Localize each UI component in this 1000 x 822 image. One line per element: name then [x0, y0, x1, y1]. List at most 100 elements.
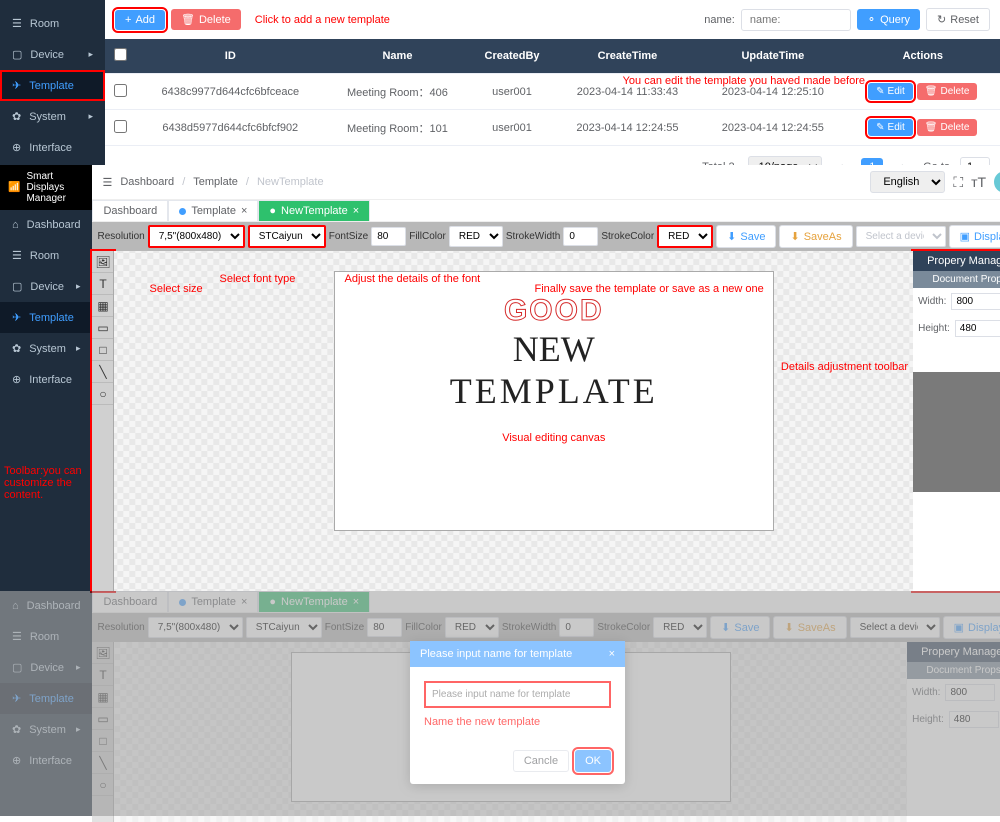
saveas-button[interactable]: ⬇ SaveAs — [779, 225, 852, 248]
tool-image[interactable]: 🖼 — [92, 251, 113, 273]
fullscreen-icon[interactable]: ⛶ — [953, 174, 963, 191]
sidebar-item-room[interactable]: ☰Room — [0, 240, 92, 271]
save-button[interactable]: ⬇ Save — [716, 225, 776, 248]
tab-newtemplate[interactable]: ●NewTemplate× — [258, 200, 370, 221]
check-all[interactable] — [114, 48, 127, 61]
editor-toolbar: Resolution 7,5"(800x480) STCaiyun FontSi… — [92, 222, 1000, 251]
editor-body: 🖼 T ▦ ▭ □ ╲ ○ Select size Select font ty… — [92, 251, 1000, 591]
sidebar-item-system[interactable]: ✿System▸ — [0, 101, 105, 132]
tool-rect[interactable]: ▭ — [92, 317, 113, 339]
menu-icon: ☰ — [12, 17, 22, 30]
row-check[interactable] — [114, 84, 127, 97]
breadcrumb-dashboard[interactable]: Dashboard — [120, 176, 174, 188]
property-subtitle: Document Props — [913, 271, 1000, 288]
sidebar-item-template[interactable]: ✈Template — [0, 70, 105, 101]
add-button[interactable]: +Add — [115, 10, 165, 30]
avatar[interactable] — [994, 171, 1000, 193]
canvas-annotation: Visual editing canvas — [335, 432, 773, 444]
trash-icon: 🗑 — [181, 13, 195, 26]
gear-icon: ✿ — [12, 342, 21, 355]
header-name: Name — [326, 39, 470, 74]
chevron-right-icon: ▸ — [88, 111, 93, 122]
cancel-button[interactable]: Cancle — [513, 750, 569, 772]
edit-button[interactable]: ✎ Edit — [868, 83, 913, 100]
tab-template[interactable]: Template× — [168, 200, 258, 221]
btn-label: Save — [740, 231, 765, 243]
breadcrumb-template[interactable]: Template — [193, 176, 238, 188]
tool-circle[interactable]: ○ — [92, 383, 113, 405]
sidebar-label: Interface — [29, 374, 72, 386]
sidebar-label: Interface — [29, 142, 72, 154]
canvas-text-template[interactable]: TEMPLATE — [335, 370, 773, 412]
header-check — [105, 39, 135, 74]
language-select[interactable]: English — [870, 171, 945, 193]
tab-label: Dashboard — [103, 205, 157, 217]
sidebar-item-interface[interactable]: ⊕Interface — [0, 132, 105, 163]
sidebar-item-room[interactable]: ☰Room — [0, 8, 105, 39]
tool-text[interactable]: T — [92, 273, 113, 295]
strokewidth-input[interactable] — [563, 227, 598, 246]
breadcrumb: ☰ Dashboard/ Template/ NewTemplate Engli… — [92, 165, 1000, 200]
font-select[interactable]: STCaiyun — [248, 225, 326, 248]
template-name-input[interactable] — [424, 681, 611, 708]
sidebar-item-device[interactable]: ▢Device▸ — [0, 39, 105, 70]
resolution-label: Resolution — [97, 231, 144, 242]
fillcolor-label: FillColor — [409, 231, 446, 242]
property-panel: Propery Manager Document Props Width: He… — [913, 251, 1000, 591]
btn-label: Delete — [199, 14, 231, 26]
row-check[interactable] — [114, 120, 127, 133]
annotation-name: Name the new template — [424, 716, 611, 728]
table-row: 6438c9977d644cfc6bfceace Meeting Room：40… — [105, 74, 1000, 110]
resolution-select[interactable]: 7,5"(800x480) — [148, 225, 245, 248]
wifi-icon: 📶 — [8, 182, 20, 193]
tool-line[interactable]: ╲ — [92, 361, 113, 383]
device-select[interactable]: Select a device — [856, 226, 946, 247]
tool-square[interactable]: □ — [92, 339, 113, 361]
sidebar-label: System — [29, 111, 66, 123]
canvas-text-good[interactable]: GOOD — [335, 294, 773, 328]
strokecolor-select[interactable]: RED — [657, 225, 713, 248]
sidebar-item-interface[interactable]: ⊕ Interface — [0, 364, 92, 395]
annotation-add: Click to add a new template — [255, 14, 390, 26]
close-icon[interactable]: × — [609, 648, 615, 660]
breadcrumb-current: NewTemplate — [257, 176, 324, 188]
globe-icon: ⊕ — [12, 373, 21, 386]
name-input[interactable] — [741, 9, 851, 31]
close-icon[interactable]: × — [353, 205, 359, 217]
menu-icon: ☰ — [12, 249, 22, 262]
sidebar-item-system[interactable]: ✿System▸ — [0, 333, 92, 364]
canvas-text-new[interactable]: NEW — [335, 328, 773, 370]
cell-createtime: 2023-04-14 12:24:55 — [555, 110, 700, 146]
height-input[interactable] — [955, 320, 1000, 337]
delete-row-button[interactable]: 🗑 Delete — [917, 119, 978, 136]
plus-icon: + — [125, 14, 131, 26]
canvas[interactable]: GOOD NEW TEMPLATE Visual editing canvas — [334, 271, 774, 531]
btn-label: Reset — [950, 14, 979, 26]
edit-button[interactable]: ✎ Edit — [868, 119, 913, 136]
close-icon[interactable]: × — [241, 205, 247, 217]
header-id: ID — [135, 39, 326, 74]
main-content: +Add 🗑 Delete Click to add a new template… — [105, 0, 1000, 165]
fillcolor-select[interactable]: RED — [449, 226, 503, 247]
table-row: 6438d5977d644cfc6bfcf902 Meeting Room：10… — [105, 110, 1000, 146]
tab-dashboard[interactable]: Dashboard — [92, 200, 168, 221]
hamburger-icon[interactable]: ☰ — [102, 176, 112, 189]
ok-button[interactable]: OK — [575, 750, 611, 772]
sidebar-item-device[interactable]: ▢Device▸ — [0, 271, 92, 302]
sidebar-item-dashboard[interactable]: ⌂Dashboard — [0, 210, 92, 240]
home-icon: ⌂ — [12, 219, 19, 231]
reset-button[interactable]: ↻Reset — [926, 8, 990, 31]
query-button[interactable]: ⚬Query — [857, 9, 920, 30]
delete-row-button[interactable]: 🗑 Delete — [917, 83, 978, 100]
sidebar-item-template[interactable]: ✈Template — [0, 302, 92, 333]
display-button[interactable]: ▣ Display — [949, 225, 1000, 248]
dot-icon — [179, 208, 186, 215]
device-icon: ▢ — [12, 280, 22, 293]
tool-qr[interactable]: ▦ — [92, 295, 113, 317]
text-size-icon[interactable]: ᴛT — [971, 174, 986, 190]
fontsize-input[interactable] — [371, 227, 406, 246]
width-input[interactable] — [951, 293, 1000, 310]
delete-button[interactable]: 🗑 Delete — [171, 9, 241, 30]
sidebar: 📶Smart Displays Manager ⌂Dashboard ☰Room… — [0, 165, 92, 591]
search-bar: name: ⚬Query ↻Reset — [704, 8, 990, 31]
